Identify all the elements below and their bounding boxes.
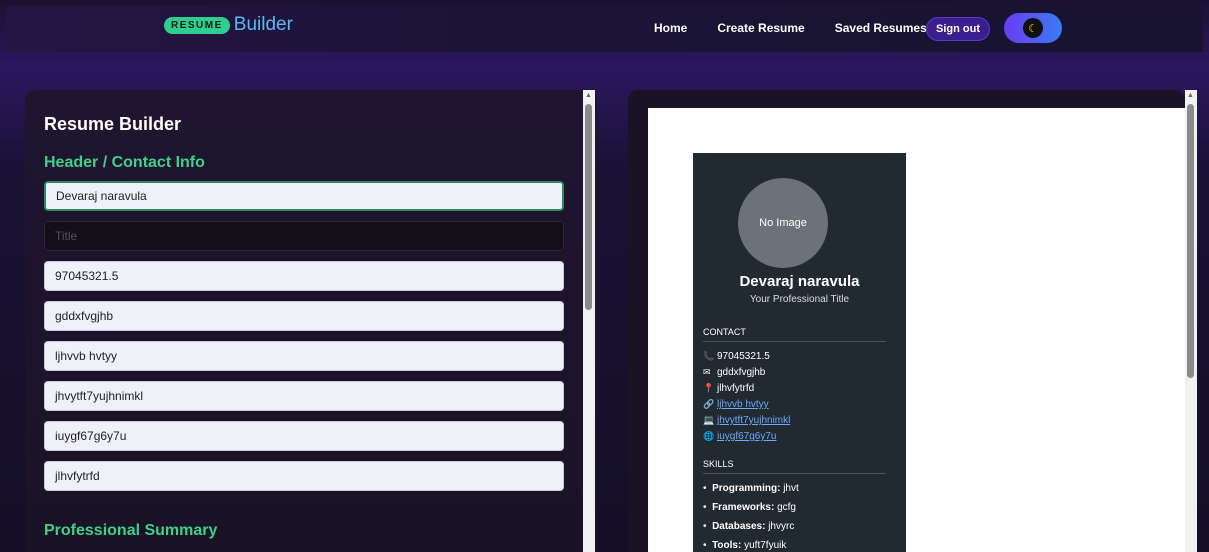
- map-pin-icon: 📍: [703, 383, 715, 393]
- nav-home-link[interactable]: Home: [654, 21, 687, 35]
- skill-label: Programming:: [712, 483, 781, 494]
- github-field[interactable]: jhvytft7yujhnimkl: [44, 381, 564, 411]
- contact-linkedin[interactable]: 🔗 ljhvvb hvtyy: [703, 399, 769, 410]
- contact-github[interactable]: 💻 jhvytft7yujhnimkl: [703, 415, 790, 426]
- linkedin-field[interactable]: ljhvvb hvtyy: [44, 341, 564, 371]
- resume-title: Your Professional Title: [749, 294, 850, 305]
- contact-github-link[interactable]: jhvytft7yujhnimkl: [717, 415, 790, 426]
- laptop-icon: 💻: [703, 415, 715, 425]
- scroll-up-arrow-icon[interactable]: ▲: [1187, 92, 1194, 99]
- sign-out-button[interactable]: Sign out: [926, 17, 990, 41]
- contact-heading: CONTACT: [703, 327, 886, 342]
- form-scrollbar[interactable]: ▲: [583, 90, 595, 552]
- skill-value: gcfg: [777, 502, 796, 513]
- contact-website-link[interactable]: iuygf67g6y7u: [717, 431, 777, 442]
- skill-item: • Programming: jhvt: [703, 483, 799, 494]
- top-navbar: RESUME Builder Home Create Resume Saved …: [6, 6, 1203, 52]
- resume-sidebar: No Image Devaraj naravula Your Professio…: [693, 153, 906, 552]
- skill-item: • Databases: jhvyrc: [703, 521, 795, 532]
- nav-saved-resumes-link[interactable]: Saved Resumes: [835, 21, 927, 35]
- globe-icon: 🌐: [703, 431, 715, 441]
- skill-label: Tools:: [712, 540, 742, 551]
- contact-phone: 📞 97045321.5: [703, 351, 770, 362]
- phone-icon: 📞: [703, 351, 715, 361]
- skills-heading: SKILLS: [703, 459, 886, 474]
- form-panel-title: Resume Builder: [44, 114, 182, 134]
- skill-value: jhvt: [783, 483, 799, 494]
- avatar-placeholder: No Image: [738, 178, 828, 268]
- mail-icon: ✉: [703, 367, 711, 377]
- link-icon: 🔗: [703, 399, 715, 409]
- preview-panel: No Image Devaraj naravula Your Professio…: [628, 90, 1185, 552]
- preview-scrollbar-thumb[interactable]: [1187, 104, 1194, 378]
- preview-scrollbar[interactable]: ▲: [1185, 90, 1197, 552]
- form-scrollbar-thumb[interactable]: [585, 104, 592, 310]
- phone-field[interactable]: 97045321.5: [44, 261, 564, 291]
- skill-value: yuft7fyuik: [744, 540, 787, 551]
- moon-icon: ☾: [1023, 18, 1043, 38]
- skill-item: • Frameworks: gcfg: [703, 502, 796, 513]
- skill-label: Frameworks:: [712, 502, 775, 513]
- brand-badge: RESUME: [164, 16, 230, 34]
- resume-preview-page: No Image Devaraj naravula Your Professio…: [648, 108, 1185, 552]
- contact-website[interactable]: 🌐 iuygf67g6y7u: [703, 431, 777, 442]
- brand-text: Builder: [233, 14, 293, 35]
- skill-label: Databases:: [712, 521, 766, 532]
- nav-links: Home Create Resume Saved Resumes: [654, 21, 957, 35]
- name-field[interactable]: Devaraj naravula: [44, 181, 564, 211]
- location-field[interactable]: jlhvfytrfd: [44, 461, 564, 491]
- nav-create-resume-link[interactable]: Create Resume: [717, 21, 804, 35]
- brand-logo[interactable]: RESUME Builder: [164, 14, 293, 36]
- title-field[interactable]: Title: [44, 221, 564, 251]
- summary-section-title: Professional Summary: [44, 522, 218, 539]
- skill-item: • Tools: yuft7fyuik: [703, 540, 787, 551]
- contact-phone-text: 97045321.5: [717, 351, 770, 362]
- contact-location: 📍 jlhvfytrfd: [703, 383, 754, 394]
- form-panel: Resume Builder Header / Contact Info Dev…: [25, 90, 597, 552]
- header-section-title: Header / Contact Info: [44, 154, 205, 171]
- theme-toggle[interactable]: ☾: [1004, 13, 1062, 43]
- email-field[interactable]: gddxfvgjhb: [44, 301, 564, 331]
- resume-name: Devaraj naravula: [739, 273, 860, 290]
- website-field[interactable]: iuygf67g6y7u: [44, 421, 564, 451]
- skill-value: jhvyrc: [768, 521, 795, 532]
- contact-email-text: gddxfvgjhb: [717, 367, 766, 378]
- contact-location-text: jlhvfytrfd: [717, 383, 755, 394]
- contact-linkedin-link[interactable]: ljhvvb hvtyy: [717, 399, 769, 410]
- scroll-up-arrow-icon[interactable]: ▲: [585, 92, 592, 99]
- contact-email: ✉ gddxfvgjhb: [703, 367, 765, 378]
